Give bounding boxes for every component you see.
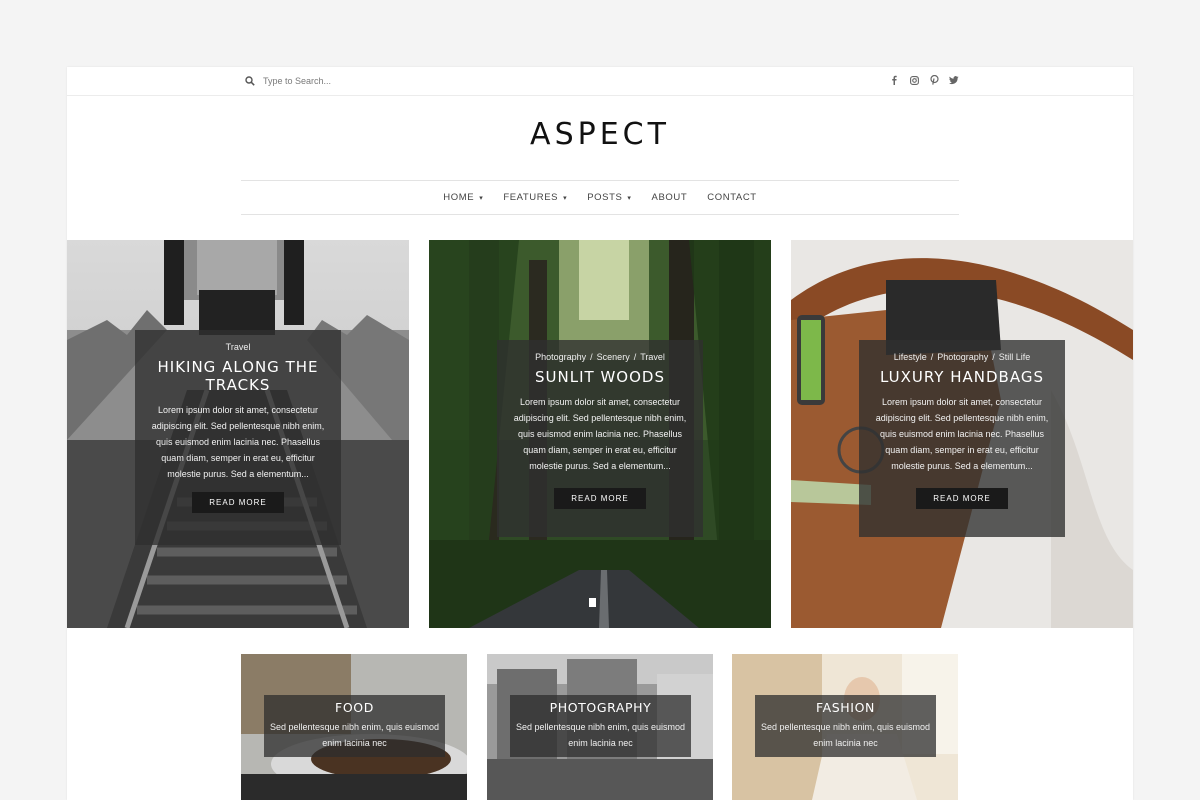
category-description: Sed pellentesque nibh enim, quis euismod… <box>760 722 931 748</box>
read-more-button[interactable]: READ MORE <box>916 488 1008 509</box>
post-overlay: Travel HIKING ALONG THE TRACKS Lorem ips… <box>135 330 341 545</box>
post-categories: Travel <box>135 342 341 352</box>
category-overlay: PHOTOGRAPHY Sed pellentesque nibh enim, … <box>510 695 691 757</box>
category-tile-fashion[interactable]: FASHION Sed pellentesque nibh enim, quis… <box>732 654 958 800</box>
featured-post-card[interactable]: Travel HIKING ALONG THE TRACKS Lorem ips… <box>67 240 409 628</box>
top-bar <box>67 67 1133 96</box>
post-excerpt: Lorem ipsum dolor sit amet, consectetur … <box>151 405 325 479</box>
nav-label: CONTACT <box>707 192 757 203</box>
instagram-icon[interactable] <box>909 74 919 86</box>
category-overlay: FOOD Sed pellentesque nibh enim, quis eu… <box>264 695 445 757</box>
category-title[interactable]: FASHION <box>755 700 936 715</box>
category-description: Sed pellentesque nibh enim, quis euismod… <box>515 722 686 748</box>
featured-post-card[interactable]: Lifestyle / Photography / Still Life LUXURY … <box>791 240 1133 628</box>
category-title[interactable]: FOOD <box>264 700 445 715</box>
post-excerpt: Lorem ipsum dolor sit amet, consectetur … <box>875 397 1049 471</box>
category-link[interactable]: Scenery <box>597 352 630 362</box>
category-link[interactable]: Photography <box>937 352 988 362</box>
category-link[interactable]: Photography <box>535 352 586 362</box>
main-navigation: HOME ▾ FEATURES ▾ POSTS ▾ ABOUT CONTACT <box>241 180 959 215</box>
category-link[interactable]: Travel <box>226 342 251 352</box>
nav-label: POSTS <box>587 192 623 203</box>
read-more-button[interactable]: READ MORE <box>554 488 646 509</box>
social-links <box>889 74 959 86</box>
post-overlay: Photography / Scenery / Travel SUNLIT WOODS … <box>497 340 703 537</box>
nav-item-features[interactable]: FEATURES ▾ <box>503 192 567 203</box>
facebook-icon[interactable] <box>889 74 899 86</box>
nav-label: HOME <box>443 192 475 203</box>
post-title[interactable]: HIKING ALONG THE TRACKS <box>149 358 327 394</box>
category-tile-food[interactable]: FOOD Sed pellentesque nibh enim, quis eu… <box>241 654 467 800</box>
category-link[interactable]: Travel <box>640 352 665 362</box>
post-excerpt: Lorem ipsum dolor sit amet, consectetur … <box>513 397 687 471</box>
post-title[interactable]: LUXURY HANDBAGS <box>873 368 1051 386</box>
slider-indicator[interactable] <box>589 598 596 607</box>
category-tile-photography[interactable]: PHOTOGRAPHY Sed pellentesque nibh enim, … <box>487 654 713 800</box>
category-title[interactable]: PHOTOGRAPHY <box>510 700 691 715</box>
nav-label: ABOUT <box>651 192 688 203</box>
nav-item-contact[interactable]: CONTACT <box>707 192 756 203</box>
post-categories: Photography / Scenery / Travel <box>535 352 665 362</box>
chevron-down-icon: ▾ <box>627 194 632 202</box>
post-title[interactable]: SUNLIT WOODS <box>511 368 689 386</box>
site-logo[interactable]: ASPECT <box>67 117 1133 152</box>
search-bar <box>245 74 423 88</box>
nav-item-home[interactable]: HOME ▾ <box>443 192 483 203</box>
search-icon[interactable] <box>245 76 255 86</box>
twitter-icon[interactable] <box>949 74 959 86</box>
chevron-down-icon: ▾ <box>563 194 568 202</box>
read-more-button[interactable]: READ MORE <box>192 492 284 513</box>
nav-item-about[interactable]: ABOUT <box>652 192 688 203</box>
chevron-down-icon: ▾ <box>479 194 484 202</box>
page-frame: ASPECT HOME ▾ FEATURES ▾ POSTS ▾ ABOUT C… <box>67 67 1133 800</box>
pinterest-icon[interactable] <box>929 74 939 86</box>
featured-post-card[interactable]: Photography / Scenery / Travel SUNLIT WOODS … <box>429 240 771 628</box>
category-link[interactable]: Lifestyle <box>894 352 927 362</box>
category-description: Sed pellentesque nibh enim, quis euismod… <box>269 722 440 748</box>
post-categories: Lifestyle / Photography / Still Life <box>893 352 1031 362</box>
category-overlay: FASHION Sed pellentesque nibh enim, quis… <box>755 695 936 757</box>
post-overlay: Lifestyle / Photography / Still Life LUXURY … <box>859 340 1065 537</box>
search-input[interactable] <box>263 76 423 86</box>
category-link[interactable]: Still Life <box>999 352 1031 362</box>
nav-item-posts[interactable]: POSTS ▾ <box>587 192 631 203</box>
nav-label: FEATURES <box>503 192 559 203</box>
